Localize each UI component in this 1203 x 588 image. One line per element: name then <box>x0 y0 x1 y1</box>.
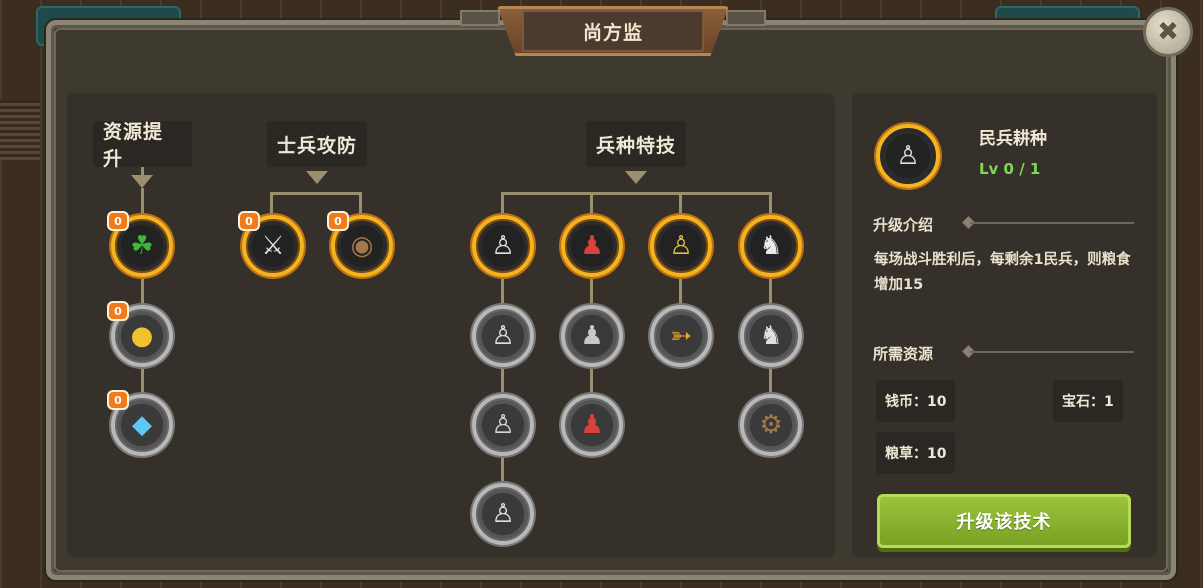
level-badge: 0 <box>327 211 349 231</box>
cavalry-icon: ♞ <box>759 231 783 261</box>
clover-icon: ☘ <box>130 231 154 261</box>
selected-tech-level: Lv 0 / 1 <box>979 160 1041 178</box>
selected-tech-icon: ♙ <box>876 124 940 188</box>
category-attack-defense: 士兵攻防 <box>267 121 367 167</box>
arrow-down-icon <box>131 175 153 188</box>
intro-section-label: 升级介绍 <box>873 216 934 234</box>
tech-node-fire-arrow[interactable]: ➳ <box>650 305 712 367</box>
militia-farmer-icon: ♙ <box>896 141 920 171</box>
category-unit-skill: 兵种特技 <box>586 121 686 167</box>
arrow-down-icon <box>625 171 647 184</box>
cost-coins: 钱币：10 <box>876 380 956 422</box>
resources-section-label: 所需资源 <box>873 345 934 363</box>
tech-node-archer[interactable]: ♙ <box>650 215 712 277</box>
level-badge: 0 <box>107 301 129 321</box>
shield-icon: ◉ <box>350 231 374 261</box>
level-badge: 0 <box>238 211 260 231</box>
connector-line <box>501 192 504 216</box>
level-badge: 0 <box>107 211 129 231</box>
tech-node-sword[interactable]: ⚔ 0 <box>238 211 304 277</box>
title-wing-right <box>726 10 766 26</box>
connector-line <box>141 167 144 175</box>
tech-description: 每场战斗胜利后，每剩余1民兵，则粮食增加15 <box>874 252 1131 293</box>
tech-node-shield[interactable]: ◉ 0 <box>327 211 393 277</box>
connector-line <box>769 192 772 216</box>
horse-rider-icon: ♞ <box>759 321 783 351</box>
tech-node-armored-soldier[interactable]: ♟ <box>561 305 623 367</box>
tech-node-cavalry[interactable]: ♞ <box>740 215 802 277</box>
connector-line <box>359 192 362 216</box>
title-wing-left <box>460 10 500 26</box>
connector-line <box>141 276 144 306</box>
upgrade-tech-button[interactable]: 升级该技术 <box>877 494 1131 548</box>
fire-arrow-icon: ➳ <box>670 321 692 351</box>
red-soldier-icon: ♟ <box>580 231 604 261</box>
tech-node-gold-coin[interactable]: ● 0 <box>107 301 173 367</box>
category-resource: 资源提升 <box>93 121 192 170</box>
tech-node-diamond[interactable]: ◆ 0 <box>107 390 173 456</box>
connector-line <box>590 192 593 216</box>
close-icon: ✖ <box>1157 17 1179 47</box>
archer-icon: ♙ <box>669 231 693 261</box>
tech-node-siege-cart[interactable]: ⚙ <box>740 394 802 456</box>
section-divider <box>970 222 1134 224</box>
connector-line <box>270 192 273 216</box>
cost-grain: 粮草：10 <box>876 432 956 474</box>
window-title: 尚方监 <box>522 10 704 52</box>
connector-line <box>679 276 682 306</box>
background-building <box>0 100 40 160</box>
level-badge: 0 <box>107 390 129 410</box>
close-button[interactable]: ✖ <box>1143 7 1193 57</box>
diamond-icon: ◆ <box>132 410 152 440</box>
sword-icon: ⚔ <box>261 231 285 261</box>
swordsman-icon: ♙ <box>491 321 515 351</box>
gold-coin-icon: ● <box>130 321 154 351</box>
section-divider <box>970 351 1134 353</box>
siege-cart-icon: ⚙ <box>759 410 783 440</box>
tech-node-swordsman[interactable]: ♙ <box>472 305 534 367</box>
tech-node-militia-farming[interactable]: ♙ <box>472 215 534 277</box>
tech-node-horse-rider[interactable]: ♞ <box>740 305 802 367</box>
militia-farmer-icon: ♙ <box>491 231 515 261</box>
connector-line <box>679 192 682 216</box>
connector-line <box>141 188 144 215</box>
arrow-down-icon <box>306 171 328 184</box>
selected-tech-name: 民兵耕种 <box>979 129 1047 149</box>
tech-node-red-soldier[interactable]: ♟ <box>561 215 623 277</box>
tech-node-red-brute[interactable]: ♟ <box>561 394 623 456</box>
tech-node-helmet-knight[interactable]: ♙ <box>472 394 534 456</box>
armored-soldier-icon: ♟ <box>580 321 604 351</box>
cost-gems: 宝石：1 <box>1053 380 1123 422</box>
tech-node-shield-knight[interactable]: ♙ <box>472 483 534 545</box>
connector-line <box>141 366 144 395</box>
connector-line <box>501 192 772 195</box>
red-brute-icon: ♟ <box>580 410 604 440</box>
connector-line <box>270 192 362 195</box>
shield-knight-icon: ♙ <box>491 499 515 529</box>
helmet-knight-icon: ♙ <box>491 410 515 440</box>
tech-node-clover[interactable]: ☘ 0 <box>107 211 173 277</box>
